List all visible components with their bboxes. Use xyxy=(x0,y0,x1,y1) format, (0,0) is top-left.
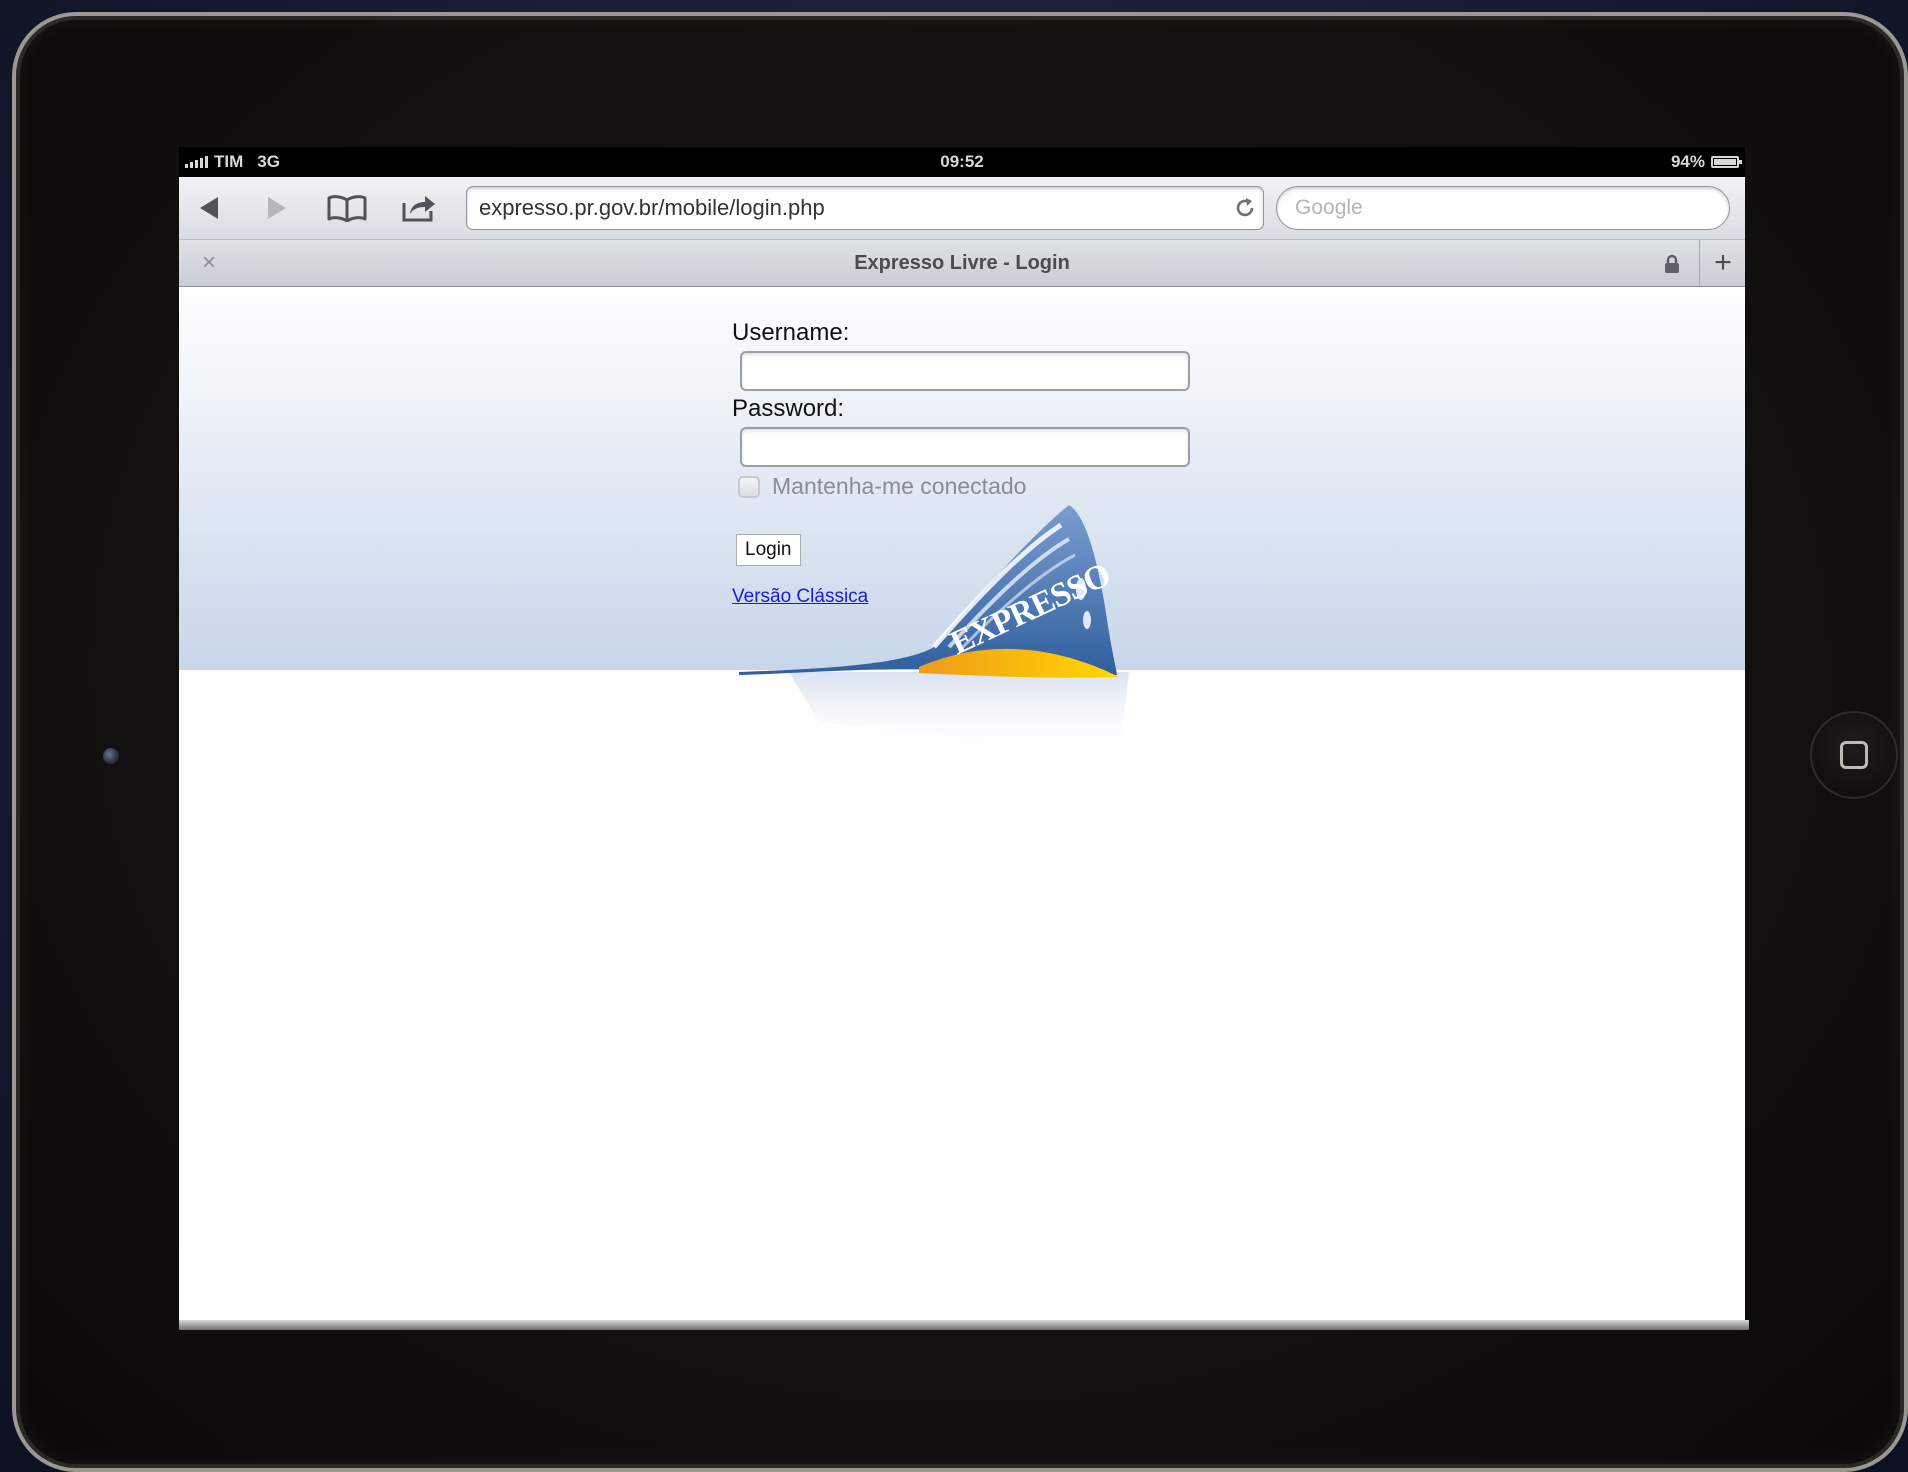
classic-version-link[interactable]: Versão Clássica xyxy=(732,586,1202,608)
remember-me[interactable]: Mantenha-me conectado xyxy=(738,473,1202,500)
back-arrow-icon xyxy=(200,197,218,219)
password-label: Password: xyxy=(732,395,845,422)
battery-icon xyxy=(1711,156,1742,168)
remember-checkbox[interactable] xyxy=(738,475,760,498)
status-bar: TIM 3G 09:52 94% xyxy=(179,147,1745,177)
url-field[interactable]: expresso.pr.gov.br/mobile/login.php xyxy=(466,186,1264,230)
share-icon xyxy=(402,196,435,222)
login-form: Username: Password: Mantenha-me conectad… xyxy=(732,319,1202,608)
screen: TIM 3G 09:52 94% expresso.pr.gov.br/mobi… xyxy=(179,147,1745,1320)
screen-bottom-edge xyxy=(179,1320,1749,1330)
home-square-icon xyxy=(1840,741,1868,769)
battery-percent: 94% xyxy=(1670,152,1705,171)
page-content: EXPRESSO Username: Password: Mantenha-me… xyxy=(179,287,1745,1320)
home-button[interactable] xyxy=(1810,711,1898,799)
front-camera xyxy=(103,748,119,764)
tab-bar: × Expresso Livre - Login + xyxy=(179,239,1745,287)
username-input[interactable] xyxy=(740,351,1190,391)
book-icon xyxy=(327,195,367,222)
lock-icon xyxy=(1665,254,1679,273)
reload-icon[interactable] xyxy=(1227,190,1263,226)
username-label: Username: xyxy=(732,319,850,346)
new-tab-button[interactable]: + xyxy=(1699,240,1745,286)
search-field[interactable] xyxy=(1276,186,1730,230)
search-input[interactable] xyxy=(1277,195,1729,221)
remember-label: Mantenha-me conectado xyxy=(772,473,1027,499)
password-input[interactable] xyxy=(740,427,1190,467)
status-time: 09:52 xyxy=(940,152,984,171)
url-text: expresso.pr.gov.br/mobile/login.php xyxy=(479,195,825,220)
plus-icon: + xyxy=(1714,246,1732,279)
bookmarks-button[interactable] xyxy=(325,187,369,229)
tab-title: Expresso Livre - Login xyxy=(854,252,1070,274)
back-button[interactable] xyxy=(187,187,231,229)
login-button[interactable]: Login xyxy=(736,534,801,566)
forward-arrow-icon xyxy=(268,197,286,219)
browser-toolbar: expresso.pr.gov.br/mobile/login.php xyxy=(179,177,1745,239)
status-right: 94% xyxy=(1670,152,1742,172)
forward-button[interactable] xyxy=(255,187,299,229)
share-button[interactable] xyxy=(397,187,441,229)
